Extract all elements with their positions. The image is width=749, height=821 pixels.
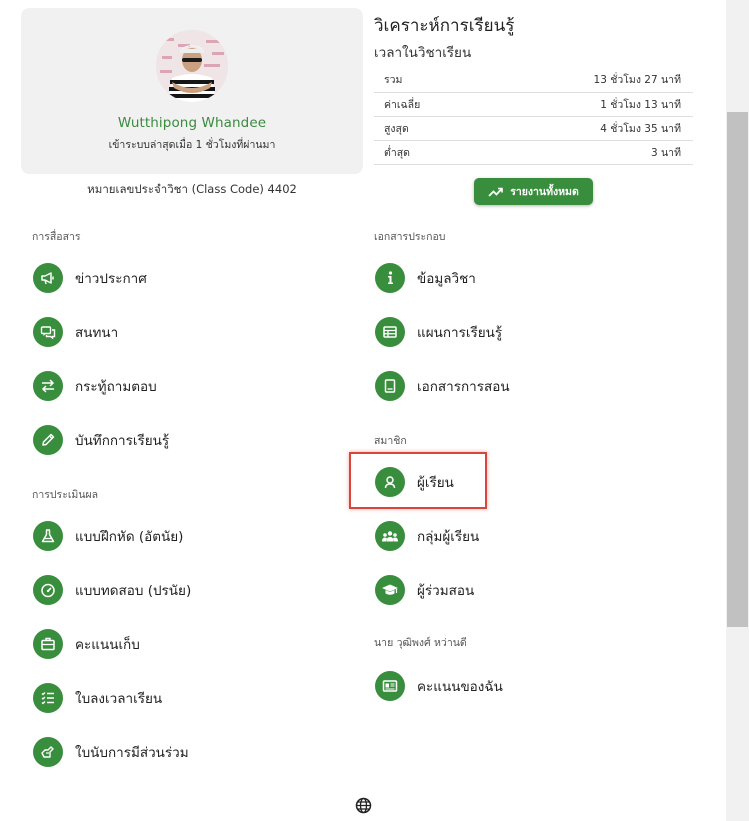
table-row: สูงสุด 4 ชั่วโมง 35 นาที xyxy=(374,116,693,141)
exchange-icon xyxy=(33,371,63,401)
stat-value: 3 นาที xyxy=(482,140,693,165)
menu-label: แบบทดสอบ (ปรนัย) xyxy=(75,583,192,599)
profile-name: Wutthipong Whandee xyxy=(117,115,267,131)
menu-item-announcements[interactable]: ข่าวประกาศ xyxy=(33,258,147,298)
last-login-text: เข้าระบบล่าสุดเมื่อ 1 ชั่วโมงที่ผ่านมา xyxy=(108,139,276,151)
id-card-icon xyxy=(375,671,405,701)
stat-value: 13 ชั่วโมง 27 นาที xyxy=(482,68,693,93)
graduation-cap-icon xyxy=(375,575,405,605)
section-label-personal: นาย วุฒิพงศ์ หว่านดี xyxy=(374,637,467,649)
analysis-title: วิเคราะห์การเรียนรู้ xyxy=(374,16,515,36)
section-label-communication: การสื่อสาร xyxy=(32,231,81,243)
menu-label: บันทึกการเรียนรู้ xyxy=(75,433,170,449)
table-icon xyxy=(375,317,405,347)
hand-icon xyxy=(33,737,63,767)
menu-item-attendance[interactable]: ใบลงเวลาเรียน xyxy=(33,678,162,718)
flask-icon xyxy=(33,521,63,551)
highlight-box xyxy=(349,452,487,509)
menu-label: ใบลงเวลาเรียน xyxy=(75,691,163,707)
megaphone-icon xyxy=(33,263,63,293)
menu-label: แบบฝึกหัด (อัตนัย) xyxy=(75,529,184,545)
menu-label: คะแนนเก็บ xyxy=(75,637,140,653)
menu-item-chat[interactable]: สนทนา xyxy=(33,312,118,352)
pencil-icon xyxy=(33,425,63,455)
menu-label: คะแนนของฉัน xyxy=(417,679,503,695)
menu-item-student-groups[interactable]: กลุ่มผู้เรียน xyxy=(375,516,479,556)
menu-label: กระทู้ถามตอบ xyxy=(75,379,157,395)
stat-value: 4 ชั่วโมง 35 นาที xyxy=(482,116,693,141)
report-all-button[interactable]: รายงานทั้งหมด xyxy=(474,178,593,205)
menu-label: ข่าวประกาศ xyxy=(75,271,147,287)
report-all-label: รายงานทั้งหมด xyxy=(510,186,579,198)
table-row: ต่ำสุด 3 นาที xyxy=(374,140,693,165)
stat-label: รวม xyxy=(374,68,483,93)
menu-item-scores[interactable]: คะแนนเก็บ xyxy=(33,624,140,664)
table-row: ค่าเฉลี่ย 1 ชั่วโมง 13 นาที xyxy=(374,92,693,117)
avatar xyxy=(156,30,228,102)
analysis-subtitle: เวลาในวิชาเรียน xyxy=(374,45,472,61)
speedometer-icon xyxy=(33,575,63,605)
globe-icon[interactable] xyxy=(355,797,372,814)
menu-label: สนทนา xyxy=(75,325,119,341)
class-code: หมายเลขประจำวิชา (Class Code) 4402 xyxy=(87,182,297,196)
menu-label: ใบนับการมีส่วนร่วม xyxy=(75,745,189,761)
stat-label: ต่ำสุด xyxy=(374,140,483,165)
menu-item-learning-log[interactable]: บันทึกการเรียนรู้ xyxy=(33,420,169,460)
scrollbar-thumb[interactable] xyxy=(727,112,748,627)
menu-label: แผนการเรียนรู้ xyxy=(417,325,503,341)
stat-label: สูงสุด xyxy=(374,116,483,141)
menu-item-participation[interactable]: ใบนับการมีส่วนร่วม xyxy=(33,732,189,772)
menu-item-teaching-docs[interactable]: เอกสารการสอน xyxy=(375,366,510,406)
menu-item-qa-board[interactable]: กระทู้ถามตอบ xyxy=(33,366,157,406)
menu-item-co-teachers[interactable]: ผู้ร่วมสอน xyxy=(375,570,474,610)
menu-label: กลุ่มผู้เรียน xyxy=(417,529,480,545)
stat-value: 1 ชั่วโมง 13 นาที xyxy=(482,92,693,117)
users-icon xyxy=(375,521,405,551)
menu-item-exercise[interactable]: แบบฝึกหัด (อัตนัย) xyxy=(33,516,183,556)
menu-item-course-info[interactable]: ข้อมูลวิชา xyxy=(375,258,476,298)
time-stats-table: รวม 13 ชั่วโมง 27 นาที ค่าเฉลี่ย 1 ชั่วโ… xyxy=(374,68,693,165)
menu-item-learning-plan[interactable]: แผนการเรียนรู้ xyxy=(375,312,502,352)
chat-icon xyxy=(33,317,63,347)
section-label-members: สมาชิก xyxy=(374,435,407,447)
table-row: รวม 13 ชั่วโมง 27 นาที xyxy=(374,68,693,93)
book-icon xyxy=(375,371,405,401)
menu-item-my-scores[interactable]: คะแนนของฉัน xyxy=(375,666,503,706)
menu-label: เอกสารการสอน xyxy=(417,379,510,395)
info-icon xyxy=(375,263,405,293)
checklist-icon xyxy=(33,683,63,713)
trending-up-icon xyxy=(488,187,503,197)
menu-item-quiz[interactable]: แบบทดสอบ (ปรนัย) xyxy=(33,570,191,610)
section-label-documents: เอกสารประกอบ xyxy=(374,231,446,243)
stat-label: ค่าเฉลี่ย xyxy=(374,92,483,117)
briefcase-icon xyxy=(33,629,63,659)
section-label-assessment: การประเมินผล xyxy=(32,489,99,501)
menu-label: ผู้ร่วมสอน xyxy=(417,583,475,599)
menu-label: ข้อมูลวิชา xyxy=(417,271,476,287)
